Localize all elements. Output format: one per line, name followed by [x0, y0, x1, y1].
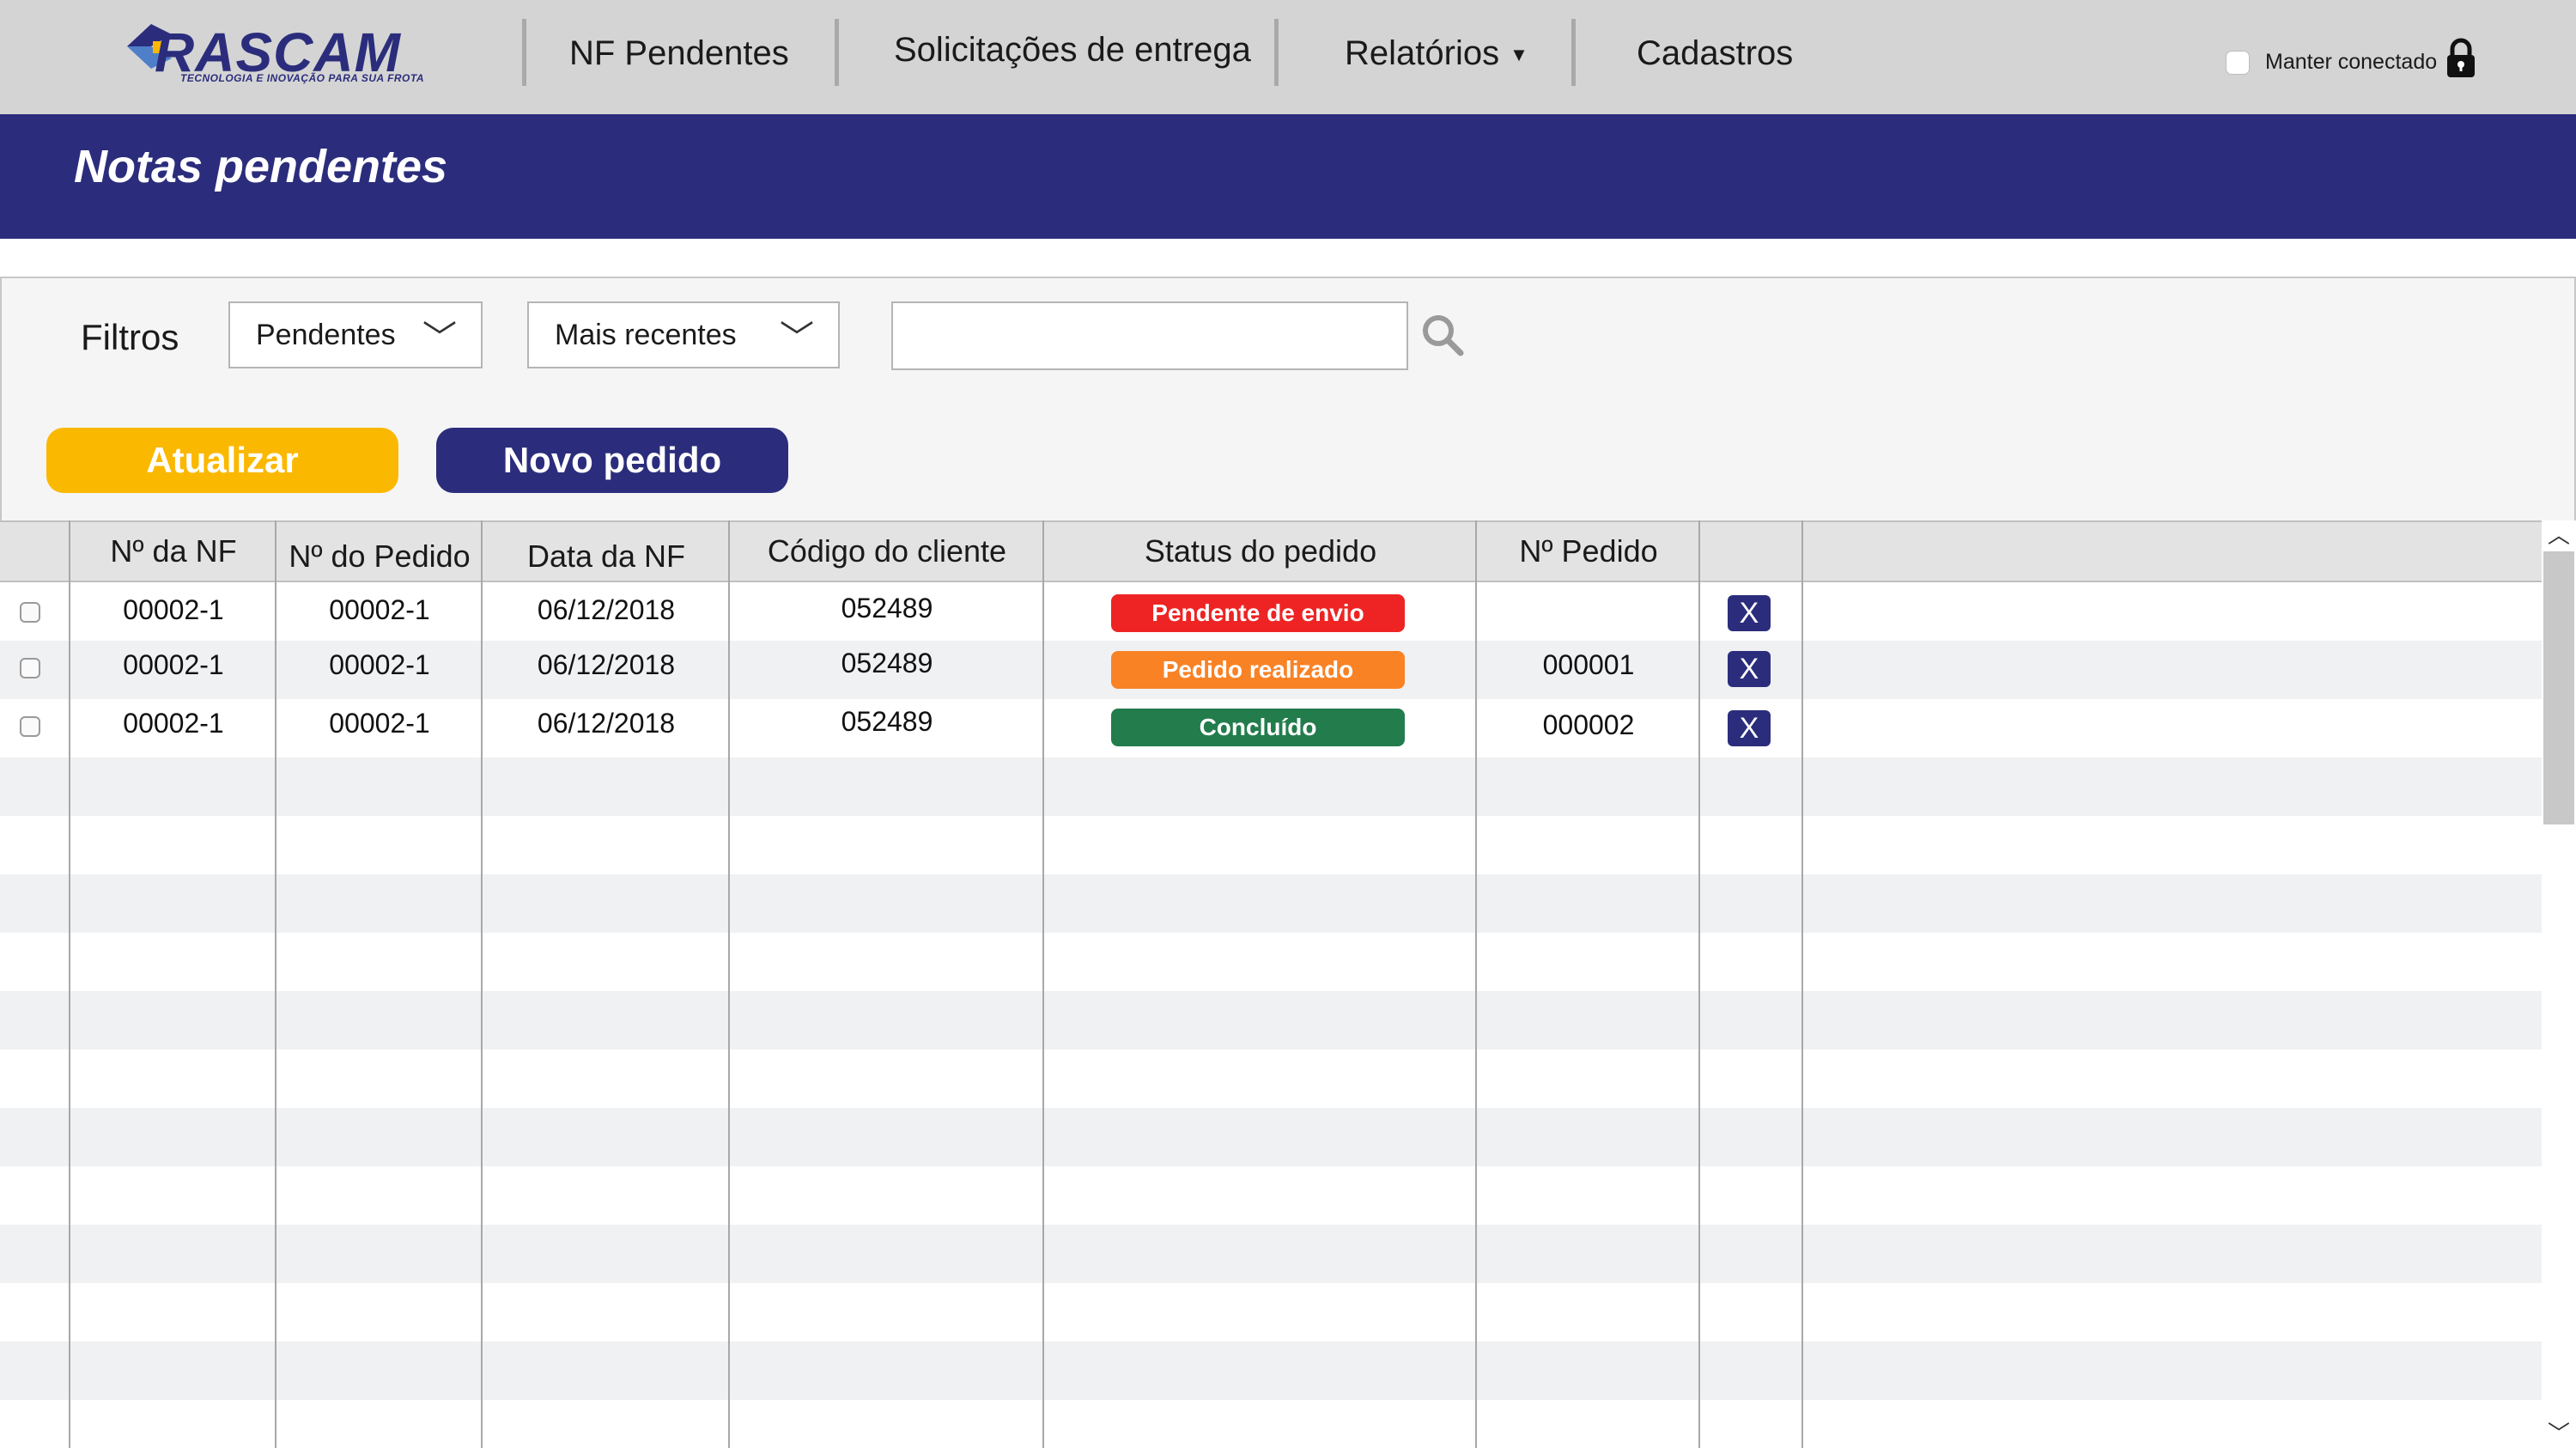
order-filter-value: Mais recentes — [555, 319, 737, 351]
filters-label: Filtros — [81, 317, 179, 357]
table-row-empty — [0, 757, 2542, 816]
lock-icon[interactable] — [2445, 38, 2476, 79]
order-filter-select[interactable]: Mais recentes ﹀ — [527, 301, 840, 368]
column-header-data[interactable]: Data da NF — [483, 527, 730, 589]
new-order-button[interactable]: Novo pedido — [436, 428, 788, 493]
column-header-nf[interactable]: Nº da NF — [70, 522, 276, 584]
status-badge: Pedido realizado — [1111, 651, 1405, 689]
table-row-empty — [0, 1166, 2542, 1225]
column-divider — [69, 520, 70, 1448]
orders-table: Nº da NF Nº do Pedido Data da NF Código … — [0, 520, 2542, 1448]
remove-row-button[interactable]: X — [1728, 595, 1771, 631]
chevron-down-icon: ﹀ — [422, 319, 457, 357]
column-header-status[interactable]: Status do pedido — [1044, 522, 1477, 584]
nav-divider — [1274, 19, 1279, 86]
nav-item-nf-pendentes[interactable]: NF Pendentes — [569, 34, 789, 73]
cell-data: 06/12/2018 — [537, 594, 676, 625]
cell-data: 06/12/2018 — [537, 649, 676, 680]
top-navbar: RASCAM TECNOLOGIA E INOVAÇÃO PARA SUA FR… — [0, 0, 2576, 114]
table-row-empty — [0, 1108, 2542, 1166]
page-header: Notas pendentes — [0, 114, 2576, 239]
cell-cliente: 052489 — [841, 648, 933, 678]
table-row-empty — [0, 933, 2542, 991]
keep-connected[interactable]: Manter conectado — [2226, 50, 2437, 75]
cell-num-pedido: 000001 — [1542, 649, 1635, 680]
nav-divider — [835, 19, 839, 86]
search-input[interactable] — [891, 301, 1408, 370]
table-row-empty — [0, 1342, 2542, 1400]
remove-row-button[interactable]: X — [1728, 651, 1771, 687]
table-row-empty — [0, 1283, 2542, 1342]
table-scrollbar[interactable]: ︿ ﹀ — [2542, 520, 2576, 1448]
remove-row-button[interactable]: X — [1728, 710, 1771, 746]
cell-pedido: 00002-1 — [329, 594, 430, 625]
table-header: Nº da NF Nº do Pedido Data da NF Código … — [0, 520, 2542, 582]
scroll-up-icon[interactable]: ︿ — [2542, 520, 2576, 550]
cell-cliente: 052489 — [841, 593, 933, 624]
action-bar: Atualizar Novo pedido — [0, 399, 2576, 522]
chevron-down-icon: ﹀ — [780, 319, 814, 357]
table-row-empty — [0, 1400, 2542, 1448]
status-badge: Pendente de envio — [1111, 594, 1405, 632]
column-divider — [1042, 520, 1044, 1448]
row-checkbox[interactable] — [20, 602, 40, 623]
row-checkbox[interactable] — [20, 658, 40, 678]
keep-connected-checkbox[interactable] — [2226, 50, 2250, 75]
nav-item-solicitacoes[interactable]: Solicitações de entrega — [894, 31, 1251, 70]
column-divider — [275, 520, 276, 1448]
filters-panel: Filtros Pendentes ﹀ Mais recentes ﹀ — [0, 277, 2576, 400]
nav-item-cadastros[interactable]: Cadastros — [1637, 34, 1793, 73]
table-row-empty — [0, 816, 2542, 874]
scroll-thumb[interactable] — [2543, 551, 2574, 824]
cell-pedido: 00002-1 — [329, 649, 430, 680]
cell-cliente: 052489 — [841, 706, 933, 737]
nav-divider — [522, 19, 526, 86]
table-row-empty — [0, 1049, 2542, 1108]
status-filter-select[interactable]: Pendentes ﹀ — [228, 301, 483, 368]
refresh-button[interactable]: Atualizar — [46, 428, 398, 493]
cell-nf: 00002-1 — [123, 649, 224, 680]
column-divider — [1698, 520, 1700, 1448]
column-header-cliente[interactable]: Código do cliente — [730, 522, 1044, 584]
row-checkbox[interactable] — [20, 716, 40, 737]
column-header-pedido[interactable]: Nº do Pedido — [276, 527, 483, 589]
column-divider — [728, 520, 730, 1448]
table-row-empty — [0, 1225, 2542, 1283]
cell-nf: 00002-1 — [123, 708, 224, 739]
column-header-num-pedido[interactable]: Nº Pedido — [1477, 522, 1700, 584]
caret-down-icon: ▼ — [1510, 44, 1528, 66]
column-divider — [1801, 520, 1803, 1448]
column-divider — [1475, 520, 1477, 1448]
cell-num-pedido: 000002 — [1542, 709, 1635, 740]
table-row-empty — [0, 874, 2542, 933]
cell-pedido: 00002-1 — [329, 708, 430, 739]
status-badge: Concluído — [1111, 709, 1405, 746]
brand-logo[interactable]: RASCAM TECNOLOGIA E INOVAÇÃO PARA SUA FR… — [120, 15, 429, 89]
scroll-down-icon[interactable]: ﹀ — [2542, 1419, 2576, 1448]
status-filter-value: Pendentes — [256, 319, 396, 351]
keep-connected-label: Manter conectado — [2265, 50, 2438, 74]
nav-divider — [1571, 19, 1576, 86]
brand-tagline: TECNOLOGIA E INOVAÇÃO PARA SUA FROTA — [180, 72, 424, 84]
nav-item-relatorios[interactable]: Relatórios ▼ — [1345, 34, 1528, 73]
column-divider — [481, 520, 483, 1448]
nav-item-relatorios-label: Relatórios — [1345, 34, 1500, 72]
cell-data: 06/12/2018 — [537, 708, 676, 739]
search-icon[interactable] — [1420, 313, 1465, 357]
page-title: Notas pendentes — [74, 141, 448, 192]
cell-nf: 00002-1 — [123, 594, 224, 625]
table-row-empty — [0, 991, 2542, 1049]
